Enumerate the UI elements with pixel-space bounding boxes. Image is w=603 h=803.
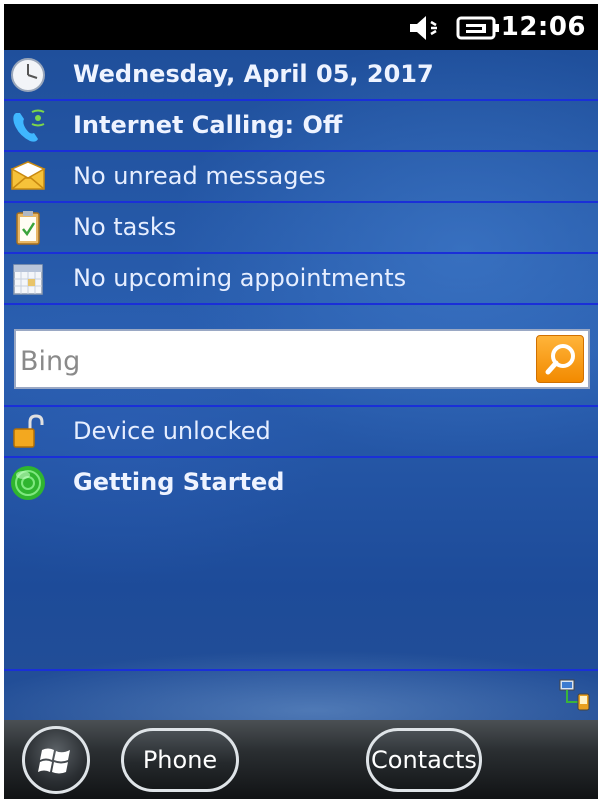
- tasks-label: No tasks: [73, 213, 177, 241]
- today-item-getting-started[interactable]: Getting Started: [4, 458, 598, 509]
- calendar-icon: [13, 264, 43, 295]
- search-input[interactable]: [18, 341, 522, 381]
- windows-logo-icon: [38, 748, 70, 774]
- envelope-icon: [10, 161, 46, 190]
- today-item-tasks[interactable]: No tasks: [4, 203, 598, 254]
- appointments-label: No upcoming appointments: [73, 264, 407, 292]
- separator: [4, 669, 598, 671]
- network-sync-icon[interactable]: [558, 678, 592, 712]
- today-item-device-lock[interactable]: Device unlocked: [4, 407, 598, 458]
- search-button[interactable]: [536, 335, 584, 383]
- contacts-softkey[interactable]: Contacts: [366, 728, 482, 792]
- start-button[interactable]: [22, 726, 90, 794]
- phone-softkey[interactable]: Phone: [121, 728, 239, 792]
- battery-charging-icon[interactable]: [456, 15, 500, 41]
- clipboard-icon: [16, 211, 40, 245]
- search-icon: [545, 344, 575, 375]
- internet-calling-label: Internet Calling: Off: [73, 111, 343, 139]
- clock-time[interactable]: 12:06: [501, 12, 586, 42]
- soft-key-bar: Phone Contacts: [4, 720, 598, 799]
- device-screen: 12:06 Wednesday, April 05, 2017 Internet…: [4, 4, 598, 799]
- today-item-date[interactable]: Wednesday, April 05, 2017: [4, 50, 598, 101]
- getting-started-label: Getting Started: [73, 468, 285, 496]
- clock-icon: [11, 58, 45, 92]
- green-orb-icon: [11, 466, 45, 500]
- padlock-open-icon: [13, 414, 44, 448]
- today-screen: Wednesday, April 05, 2017 Internet Calli…: [4, 50, 598, 720]
- speaker-muted-icon[interactable]: [408, 14, 448, 42]
- status-bar: 12:06: [4, 4, 598, 50]
- messages-label: No unread messages: [73, 162, 326, 190]
- internet-calling-icon: [13, 109, 45, 142]
- bing-search-box[interactable]: [14, 329, 590, 389]
- today-item-messages[interactable]: No unread messages: [4, 152, 598, 203]
- date-label: Wednesday, April 05, 2017: [73, 60, 434, 88]
- today-item-appointments[interactable]: No upcoming appointments: [4, 254, 598, 305]
- device-lock-label: Device unlocked: [73, 417, 271, 445]
- background-swoosh: [4, 650, 598, 720]
- today-item-internet-calling[interactable]: Internet Calling: Off: [4, 101, 598, 152]
